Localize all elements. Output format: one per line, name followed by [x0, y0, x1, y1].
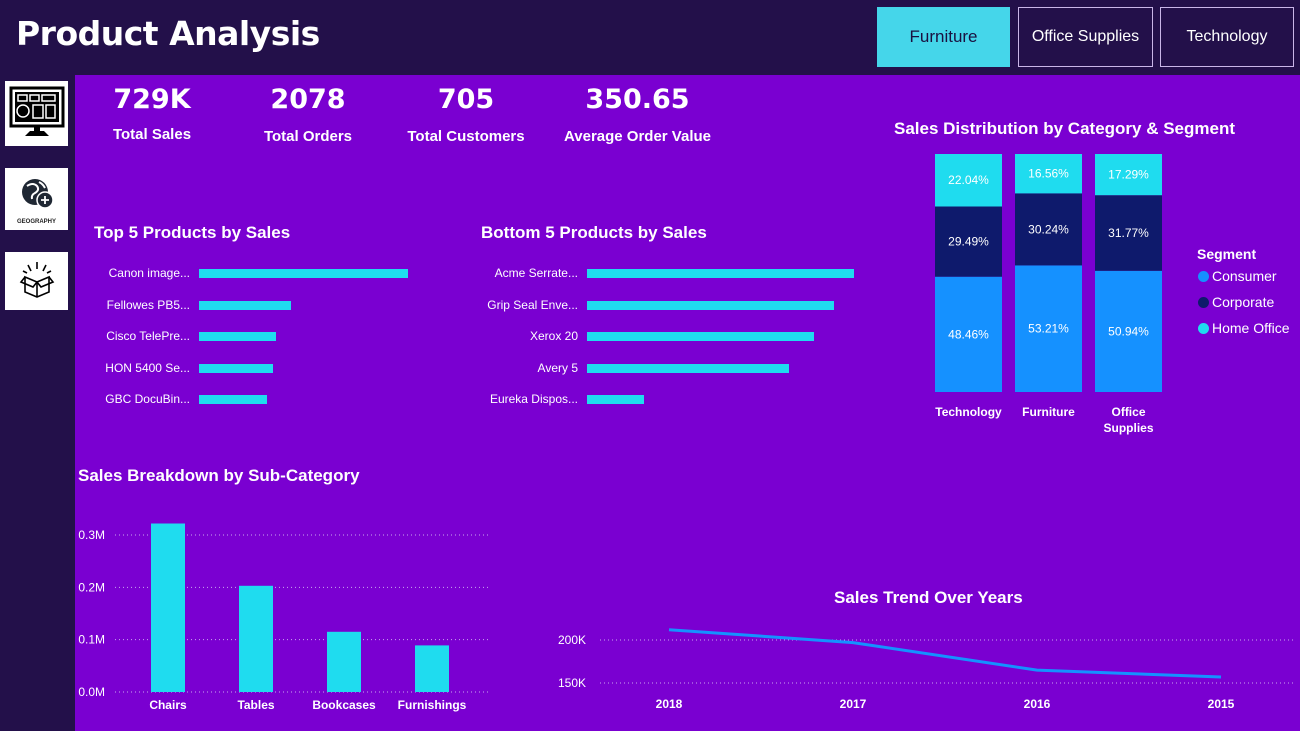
legend-home-office[interactable]: Home Office [1198, 320, 1290, 336]
trend-x-label: 2018 [656, 697, 683, 711]
subcategory-x-label: Bookcases [312, 698, 376, 712]
subcategory-y-tick: 0.3M [78, 528, 105, 542]
sidebar-item-geography[interactable]: GEOGRAPHY [5, 168, 68, 230]
bottom5-bar-label: Grip Seal Enve... [487, 297, 578, 312]
bottom5-bar[interactable] [587, 363, 789, 373]
kpi-total-customers-value: 705 [437, 84, 495, 115]
subcategory-bar[interactable] [327, 631, 361, 692]
top5-bar[interactable] [199, 300, 291, 310]
subcategory-bar[interactable] [239, 585, 273, 692]
geography-label: GEOGRAPHY [16, 218, 56, 225]
legend-corporate-label: Corporate [1212, 294, 1275, 310]
bottom5-bar-label: Acme Serrate... [494, 266, 578, 280]
bottom5-title: Bottom 5 Products by Sales [481, 223, 707, 242]
page-title: Product Analysis [16, 14, 320, 53]
distribution-data-label: 30.24% [1028, 222, 1069, 236]
subcategory-x-label: Furnishings [398, 698, 467, 712]
trend-y-tick: 200K [558, 633, 586, 647]
top5-bar[interactable] [199, 332, 276, 341]
subcategory-title: Sales Breakdown by Sub-Category [78, 466, 360, 485]
corporate-dot-icon [1198, 296, 1209, 308]
technology-button[interactable]: Technology [1160, 7, 1294, 67]
kpi-total-sales-label: Total Sales [112, 126, 192, 143]
bottom5-bar-label: Avery 5 [537, 360, 578, 375]
top5-bar-label: GBC DocuBin... [105, 392, 190, 406]
bottom5-bar[interactable] [587, 395, 644, 404]
trend-x-label: 2015 [1208, 697, 1235, 711]
distribution-data-label: 48.46% [948, 327, 989, 341]
distribution-data-label: 53.21% [1028, 322, 1069, 336]
distribution-data-label: 16.56% [1028, 167, 1069, 181]
legend-corporate[interactable]: Corporate [1198, 294, 1274, 310]
distribution-data-label: 29.49% [948, 235, 989, 249]
dashboard-monitor-icon [8, 82, 66, 145]
distribution-chart: 48.46% 29.49% 22.04% Technology 53.21% 30.24%… [935, 154, 1162, 435]
legend-home-office-label: Home Office [1212, 320, 1290, 336]
consumer-dot-icon [1198, 270, 1209, 282]
distribution-title: Sales Distribution by Category & Segment [894, 119, 1236, 138]
kpi-avg-order-label: Average Order Value [563, 128, 712, 145]
open-box-icon [17, 259, 57, 304]
top5-bar[interactable] [199, 395, 267, 404]
subcategory-x-label: Tables [237, 698, 274, 712]
top5-bar-label: HON 5400 Se... [105, 360, 190, 375]
kpi-avg-order-value: 350.65 [585, 84, 690, 115]
sidebar-item-products[interactable] [5, 252, 68, 310]
legend-consumer[interactable]: Consumer [1198, 268, 1277, 284]
trend-x-label: 2016 [1024, 697, 1051, 711]
subcategory-bar[interactable] [151, 523, 185, 693]
legend-title: Segment [1197, 246, 1257, 262]
globe-icon [17, 174, 57, 219]
bottom5-bar[interactable] [587, 300, 834, 310]
distribution-data-label: 22.04% [948, 173, 989, 187]
subcategory-x-label: Chairs [149, 698, 187, 712]
top5-bar[interactable] [199, 269, 408, 278]
distribution-data-label: 31.77% [1108, 226, 1149, 240]
bottom5-bar[interactable] [587, 332, 814, 341]
sidebar-item-dashboard[interactable] [5, 81, 68, 146]
trend-chart: 150K 200K 2018 2017 2016 2015 [558, 628, 1295, 711]
subcategory-y-tick: 0.0M [78, 685, 105, 699]
distribution-category-label: Office [1111, 405, 1145, 419]
distribution-category-label: Supplies [1103, 421, 1153, 435]
distribution-category-label: Furniture [1022, 405, 1075, 419]
top5-bar[interactable] [199, 363, 273, 373]
furniture-button[interactable]: Furniture [877, 7, 1010, 67]
bottom5-bar[interactable] [587, 269, 854, 278]
top5-bar-label: Cisco TelePre... [106, 329, 190, 343]
kpi-total-customers-label: Total Customers [407, 128, 525, 145]
legend-consumer-label: Consumer [1212, 268, 1277, 284]
subcategory-y-tick: 0.1M [78, 633, 105, 647]
subcategory-y-tick: 0.2M [78, 580, 105, 594]
kpi-total-sales-value: 729K [113, 84, 191, 115]
home-office-dot-icon [1198, 322, 1209, 334]
trend-y-tick: 150K [558, 676, 586, 690]
subcategory-bar[interactable] [415, 645, 449, 692]
kpi-total-orders-value: 2078 [270, 84, 346, 115]
top5-bar-label: Canon image... [108, 266, 190, 280]
bottom5-bar-label: Eureka Dispos... [489, 392, 578, 406]
distribution-category-label: Technology [935, 405, 1002, 419]
office-supplies-button[interactable]: Office Supplies [1018, 7, 1153, 67]
distribution-data-label: 17.29% [1108, 168, 1149, 182]
trend-title: Sales Trend Over Years [834, 588, 1023, 607]
top5-title: Top 5 Products by Sales [94, 223, 291, 242]
trend-x-label: 2017 [840, 697, 867, 711]
trend-line[interactable] [668, 628, 1222, 679]
subcategory-chart: 0.0M 0.1M 0.2M 0.3M Chairs Tables Bookcases Fur… [78, 523, 490, 712]
distribution-data-label: 50.94% [1108, 324, 1149, 338]
top5-bar-label: Fellowes PB5... [106, 297, 190, 312]
kpi-total-orders-label: Total Orders [263, 128, 353, 145]
bottom5-bar-label: Xerox 20 [529, 329, 578, 343]
